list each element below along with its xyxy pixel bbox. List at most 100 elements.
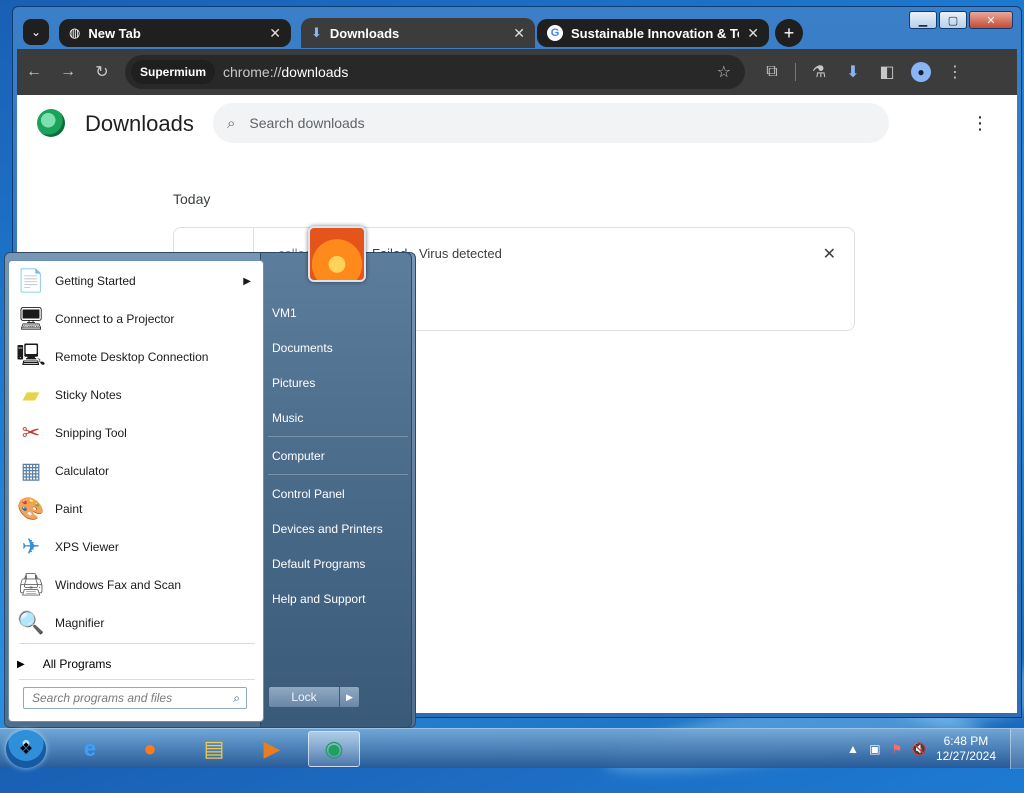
flask-icon: ⚗ (811, 64, 827, 81)
start-button[interactable]: ❖ (6, 730, 46, 768)
program-xps-viewer[interactable]: ✈ XPS Viewer (15, 529, 259, 565)
address-bar[interactable]: Supermium chrome://downloads ☆ (125, 55, 745, 89)
program-magnifier[interactable]: 🔍 Magnifier (15, 605, 259, 641)
program-fax-scan[interactable]: 🖨 Windows Fax and Scan (15, 567, 259, 603)
toolbar-separator (795, 63, 796, 81)
program-sticky-notes[interactable]: ▰ Sticky Notes (15, 377, 259, 413)
program-label: XPS Viewer (55, 540, 119, 554)
lock-button-group: Lock ▶ (268, 686, 360, 708)
windows-logo-icon: ❖ (18, 741, 34, 758)
shutdown-options-button[interactable]: ▶ (340, 686, 360, 708)
search-downloads-input[interactable]: ⌕ Search downloads (213, 103, 889, 143)
program-connect-projector[interactable]: 🖥 Connect to a Projector (15, 301, 259, 337)
downloads-header: Downloads ⌕ Search downloads ⋮ (17, 95, 1017, 159)
start-item-documents[interactable]: Documents (272, 341, 333, 355)
google-icon: G (547, 25, 563, 41)
program-calculator[interactable]: ▦ Calculator (15, 453, 259, 489)
search-divider (19, 679, 255, 680)
supermium-icon: ◉ (324, 736, 344, 761)
taskbar: ❖ e ● ▤ ▶ ◉ ▲ ▣ ⚑ 🔇 6:48 PM 12/27/2024 (0, 728, 1024, 769)
profile-chip[interactable]: Supermium (131, 60, 216, 84)
taskbar-media-player[interactable]: ▶ (246, 731, 298, 767)
minimize-button[interactable]: ▁ (909, 11, 937, 29)
reload-button[interactable]: ↻ (85, 55, 119, 89)
clock[interactable]: 6:48 PM 12/27/2024 (936, 734, 996, 764)
taskbar-explorer[interactable]: ▤ (188, 731, 240, 767)
side-panel-button[interactable]: ◧ (870, 55, 904, 89)
right-pane-separator (268, 436, 408, 437)
fax-scan-icon: 🖨 (17, 572, 45, 597)
search-placeholder: Search downloads (249, 115, 365, 131)
tab-sustainable-innovation[interactable]: G Sustainable Innovation & Techn ✕ (537, 19, 769, 47)
tab-search-button[interactable]: ⌄ (23, 19, 49, 45)
more-actions-button[interactable]: ⋮ (971, 113, 989, 134)
network-icon[interactable]: ▣ (864, 742, 886, 756)
show-hidden-icons[interactable]: ▲ (842, 742, 864, 756)
tab-new-tab[interactable]: ◍ New Tab ✕ (59, 19, 291, 47)
close-tab-icon[interactable]: ✕ (513, 25, 525, 42)
side-panel-icon: ◧ (879, 64, 895, 81)
show-desktop-button[interactable] (1010, 729, 1024, 769)
profile-button[interactable]: ● (904, 55, 938, 89)
search-icon: ⌕ (227, 114, 236, 132)
tab-downloads[interactable]: ⬇ Downloads ✕ (301, 18, 535, 48)
close-window-button[interactable]: ✕ (969, 11, 1013, 29)
page-title: Downloads (85, 111, 194, 136)
start-item-help-support[interactable]: Help and Support (272, 592, 365, 606)
downloads-button[interactable]: ⬇ (836, 55, 870, 89)
search-programs-input[interactable]: Search programs and files ⌕ (23, 687, 247, 709)
start-item-user[interactable]: VM1 (272, 306, 297, 320)
taskbar-internet-explorer[interactable]: e (64, 731, 116, 767)
start-item-music[interactable]: Music (272, 411, 303, 425)
program-label: Connect to a Projector (55, 312, 175, 326)
date-section-label: Today (173, 191, 211, 207)
program-label: Sticky Notes (55, 388, 122, 402)
account-icon: ● (911, 62, 931, 82)
extensions-button[interactable]: ⧉ (755, 55, 789, 89)
program-paint[interactable]: 🎨 Paint (15, 491, 259, 527)
url-text[interactable]: chrome://downloads (223, 64, 717, 80)
program-label: Magnifier (55, 616, 105, 630)
clock-time: 6:48 PM (943, 734, 989, 748)
start-item-pictures[interactable]: Pictures (272, 376, 315, 390)
url-path: downloads (281, 64, 349, 80)
reload-icon: ↻ (95, 64, 109, 81)
xps-viewer-icon: ✈ (21, 534, 41, 559)
user-picture[interactable] (308, 226, 366, 282)
program-label: Getting Started (55, 274, 136, 288)
puzzle-icon: ⧉ (766, 63, 778, 80)
action-center-icon[interactable]: ⚑ (886, 742, 908, 756)
search-icon[interactable]: ⌕ (233, 691, 240, 706)
all-programs-button[interactable]: ▶ All Programs (17, 649, 111, 679)
lock-button[interactable]: Lock (268, 686, 340, 708)
taskbar-supermium[interactable]: ◉ (308, 731, 360, 767)
back-button[interactable]: ← (17, 55, 51, 89)
supermium-logo (37, 109, 65, 137)
download-icon: ⬇ (846, 64, 860, 81)
maximize-button[interactable]: ▢ (939, 11, 967, 29)
start-item-control-panel[interactable]: Control Panel (272, 487, 345, 501)
arrow-left-icon: ← (26, 63, 42, 80)
start-item-devices-printers[interactable]: Devices and Printers (272, 522, 383, 536)
submenu-arrow-icon: ▶ (243, 275, 251, 287)
plus-icon: + (783, 22, 795, 43)
tab-title: New Tab (88, 25, 141, 41)
taskbar-firefox[interactable]: ● (124, 731, 176, 767)
new-tab-button[interactable]: + (775, 19, 803, 47)
labs-button[interactable]: ⚗ (802, 55, 836, 89)
program-remote-desktop[interactable]: 🖳 Remote Desktop Connection (15, 339, 259, 375)
forward-button[interactable]: → (51, 55, 85, 89)
browser-toolbar: ← → ↻ Supermium chrome://downloads ☆ ⧉ ⚗… (17, 49, 1017, 95)
close-tab-icon[interactable]: ✕ (747, 25, 759, 42)
volume-muted-icon[interactable]: 🔇 (908, 742, 930, 756)
kebab-icon: ⋮ (971, 113, 989, 133)
menu-button[interactable]: ⋮ (938, 55, 972, 89)
remove-download-button[interactable]: ✕ (823, 244, 836, 264)
close-tab-icon[interactable]: ✕ (269, 25, 281, 42)
start-item-default-programs[interactable]: Default Programs (272, 557, 365, 571)
projector-icon: 🖥 (17, 306, 45, 331)
program-snipping-tool[interactable]: ✂ Snipping Tool (15, 415, 259, 451)
start-item-computer[interactable]: Computer (272, 449, 325, 463)
star-icon[interactable]: ☆ (717, 62, 731, 82)
program-getting-started[interactable]: 📄 Getting Started ▶ (15, 263, 259, 299)
